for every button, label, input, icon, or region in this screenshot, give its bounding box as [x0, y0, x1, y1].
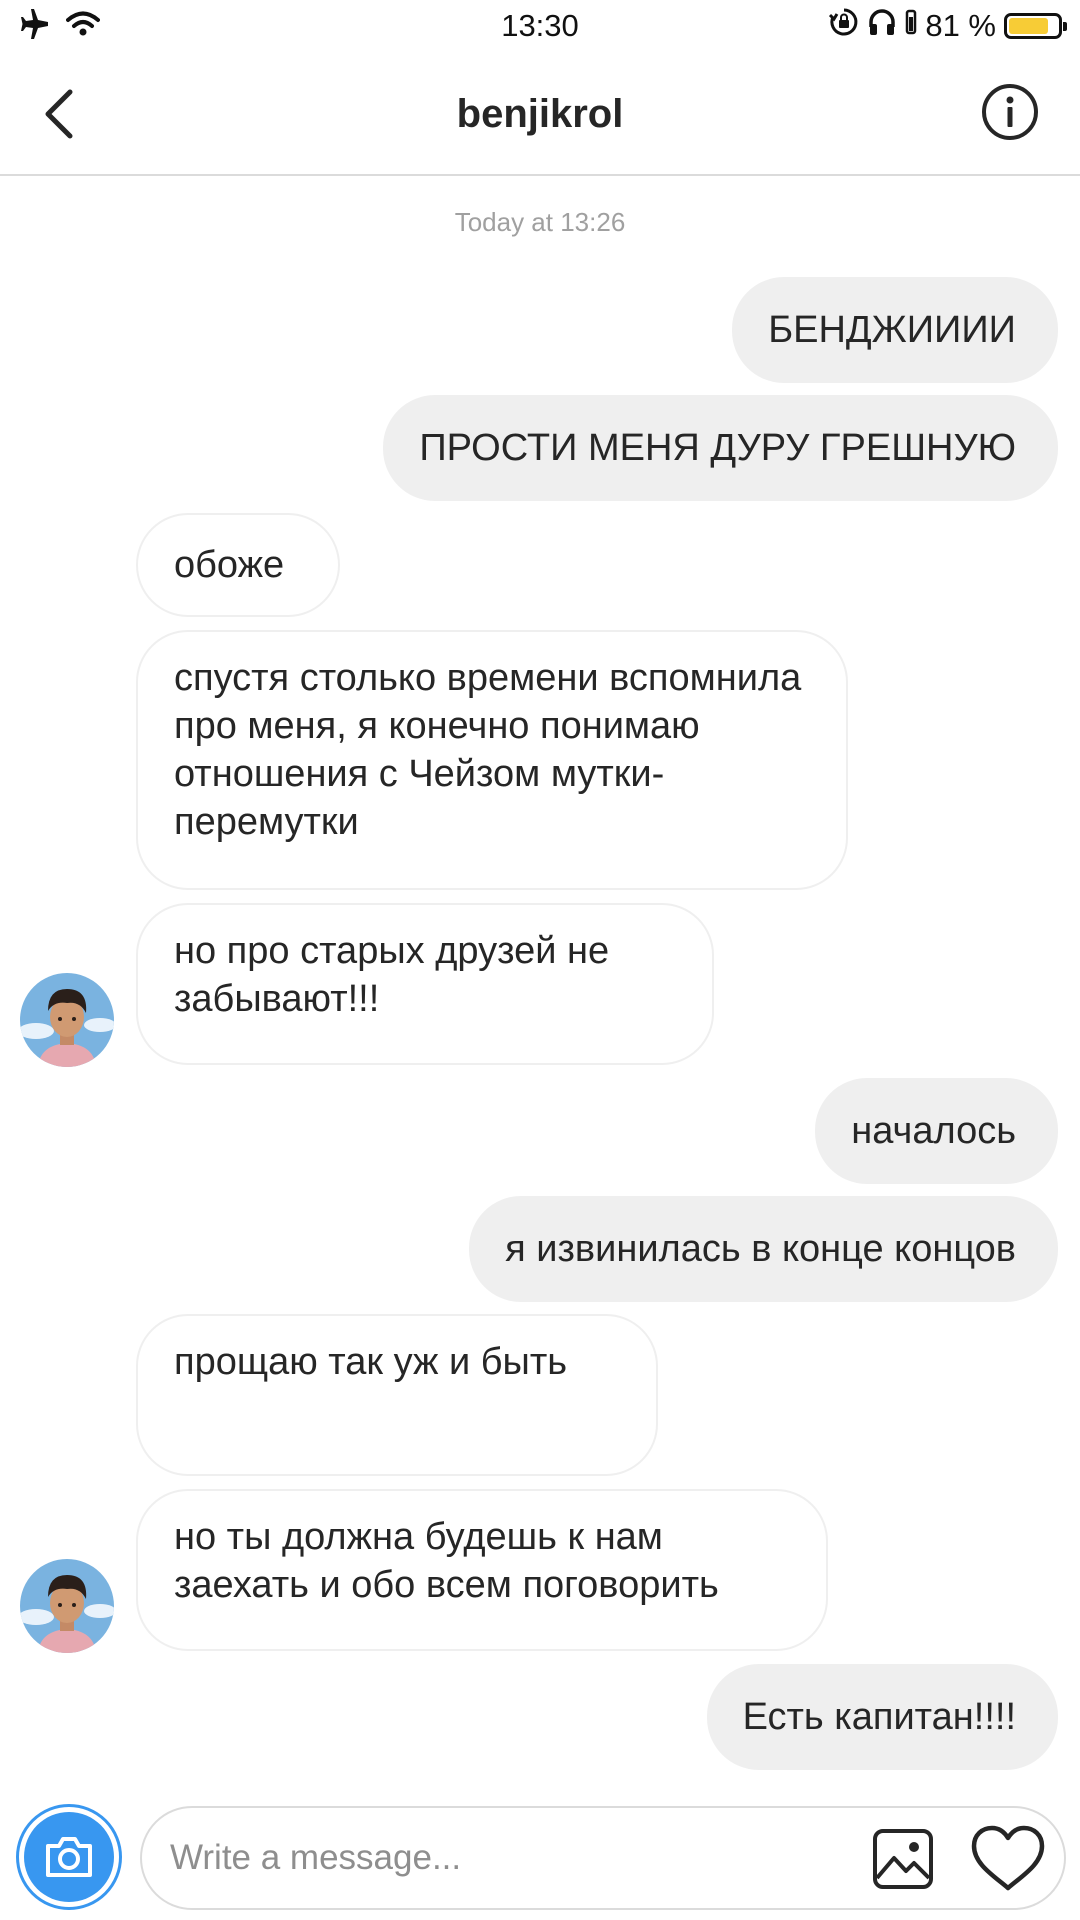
conversation-title[interactable]: benjikrol [0, 90, 1080, 138]
battery-level [1009, 18, 1048, 34]
message-outgoing[interactable]: я извинилась в конце концов [469, 1196, 1058, 1302]
image-icon [873, 1829, 933, 1889]
message-incoming[interactable]: но про старых друзей не забывают!!! [136, 903, 714, 1065]
camera-button[interactable] [16, 1804, 122, 1910]
avatar[interactable] [20, 973, 114, 1067]
message-outgoing[interactable]: ПРОСТИ МЕНЯ ДУРУ ГРЕШНУЮ [383, 395, 1058, 501]
charging-indicator-icon [905, 7, 917, 45]
orientation-lock-icon [829, 7, 859, 45]
like-button[interactable] [970, 1824, 1046, 1894]
status-right-icons: 81 % [829, 6, 1067, 46]
camera-icon [24, 1812, 114, 1902]
message-input-container [140, 1806, 1066, 1910]
gallery-button[interactable] [872, 1828, 934, 1890]
status-bar: 13:30 81 % [0, 0, 1080, 52]
message-incoming[interactable]: но ты должна будешь к нам заехать и обо … [136, 1489, 828, 1651]
info-button[interactable] [980, 82, 1040, 142]
chat-header: benjikrol [0, 52, 1080, 176]
headphones-icon [867, 7, 897, 45]
battery-icon [1004, 13, 1067, 39]
thread-timestamp: Today at 13:26 [454, 207, 626, 237]
info-icon [982, 84, 1038, 140]
message-outgoing[interactable]: Есть капитан!!!! [706, 1664, 1058, 1770]
battery-percent: 81 % [925, 8, 996, 43]
message-input[interactable] [170, 1830, 850, 1886]
heart-icon [971, 1825, 1045, 1891]
avatar[interactable] [20, 1559, 114, 1653]
message-incoming[interactable]: спустя столько времени вспомнила про мен… [136, 630, 848, 890]
message-outgoing[interactable]: началось [815, 1078, 1058, 1184]
message-outgoing[interactable]: БЕНДЖИИИИ [732, 277, 1058, 383]
message-incoming[interactable]: обоже [136, 513, 340, 617]
message-incoming[interactable]: прощаю так уж и быть [136, 1314, 658, 1476]
message-composer [0, 1790, 1080, 1920]
